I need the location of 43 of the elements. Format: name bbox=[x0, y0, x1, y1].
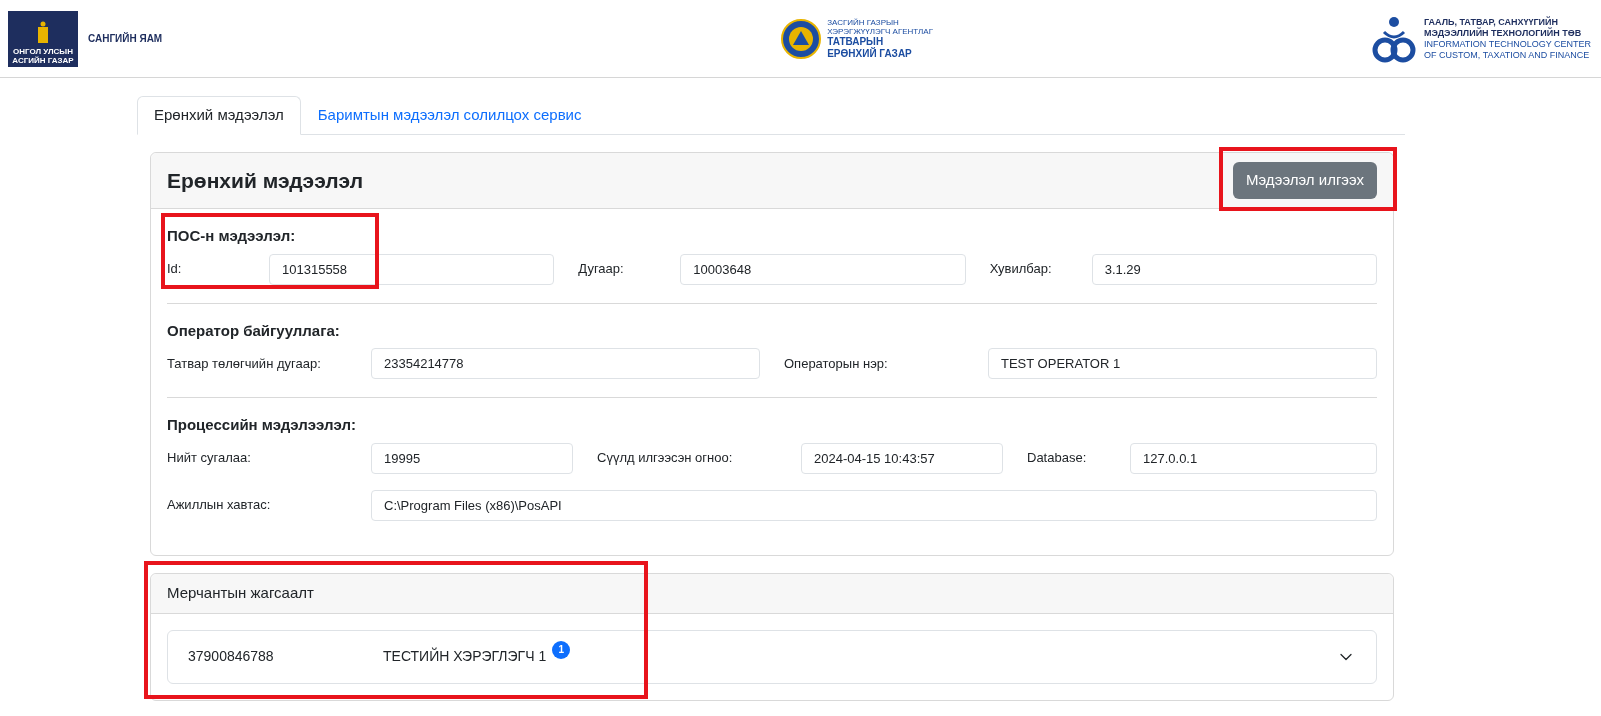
ministry-name: САНГИЙН ЯАМ bbox=[88, 31, 163, 46]
agency-name: ТАТВАРЫН bbox=[827, 35, 885, 47]
tab[interactable]: Ерөнхий мэдээлэл bbox=[137, 96, 301, 135]
section-title: Процессийн мэдэлээлэл: bbox=[167, 415, 357, 435]
tab[interactable]: Баримтын мэдээлэл солилцох сервис bbox=[300, 96, 599, 135]
text-field[interactable]: 10003648 bbox=[680, 253, 966, 285]
text-field[interactable]: 23354214778 bbox=[371, 348, 760, 379]
center-english-name: INFORMATION TECHNOLOGY CENTER bbox=[1424, 38, 1591, 50]
field-label: Нийт сугалаа: bbox=[167, 449, 252, 468]
text-field[interactable]: TEST OPERATOR 1 bbox=[988, 348, 1377, 379]
field-label: Татвар төлөгчийн дугаар: bbox=[167, 354, 322, 373]
section-title: ПОС-н мэдээлэл: bbox=[167, 226, 297, 246]
merchant-name: ТЕСТИЙН ХЭРЭГЛЭГЧ 1 bbox=[383, 646, 547, 666]
soyombo-icon bbox=[36, 20, 50, 45]
card-title: Мерчантын жагсаалт bbox=[167, 582, 314, 603]
count-badge: 1 bbox=[552, 640, 571, 659]
field-label: Операторын нэр: bbox=[784, 354, 889, 373]
center-name: ГААЛЬ, ТАТВАР, САНХҮҮГИЙН bbox=[1424, 16, 1560, 27]
merchant-tin: 37900846788 bbox=[188, 647, 275, 666]
merchant-row[interactable]: 37900846788 ТЕСТИЙН ХЭРЭГЛЭГЧ 1 1 bbox=[167, 629, 1377, 684]
agency-name: ЕРӨНХИЙ ГАЗАР bbox=[827, 47, 913, 60]
text-field[interactable]: 19995 bbox=[371, 442, 573, 474]
emblem-text: АСГИЙН ГАЗАР bbox=[12, 55, 74, 65]
field-label: Дугаар: bbox=[578, 260, 625, 279]
agency-subtitle: ХЭРЭГЖҮҮЛЭГЧ АГЕНТЛАГ bbox=[827, 26, 933, 36]
section-title: Оператор байгууллага: bbox=[167, 320, 341, 341]
field-label: Database: bbox=[1027, 449, 1088, 468]
emblem-text: ОНГОЛ УЛСЫН bbox=[13, 46, 73, 56]
text-field[interactable]: 2024-04-15 10:43:57 bbox=[801, 442, 1003, 474]
field-label: Id: bbox=[167, 260, 183, 279]
field-label: Сүүлд илгээсэн огноо: bbox=[597, 449, 734, 468]
send-button[interactable]: Мэдээлэл илгээх bbox=[1232, 162, 1377, 199]
card-title: Ерөнхий мэдээлэл bbox=[167, 167, 363, 194]
tax-authority-emblem bbox=[781, 18, 822, 59]
center-english-name: OF CUSTOM, TAXATION AND FINANCE bbox=[1424, 49, 1591, 61]
text-field[interactable]: C:\Program Files (x86)\PosAPI bbox=[371, 489, 1377, 521]
agency-subtitle: ЗАСГИЙН ГАЗРЫН bbox=[827, 17, 900, 27]
field-label: Хувилбар: bbox=[989, 260, 1053, 279]
center-name: МЭДЭЭЛЛИЙН ТЕХНОЛОГИЙН ТӨВ bbox=[1424, 27, 1583, 39]
text-field[interactable]: 127.0.0.1 bbox=[1130, 442, 1377, 474]
field-label: Ажиллын хавтас: bbox=[167, 496, 272, 515]
text-field[interactable]: 3.1.29 bbox=[1091, 253, 1377, 285]
text-field[interactable]: 101315558 bbox=[269, 253, 555, 285]
